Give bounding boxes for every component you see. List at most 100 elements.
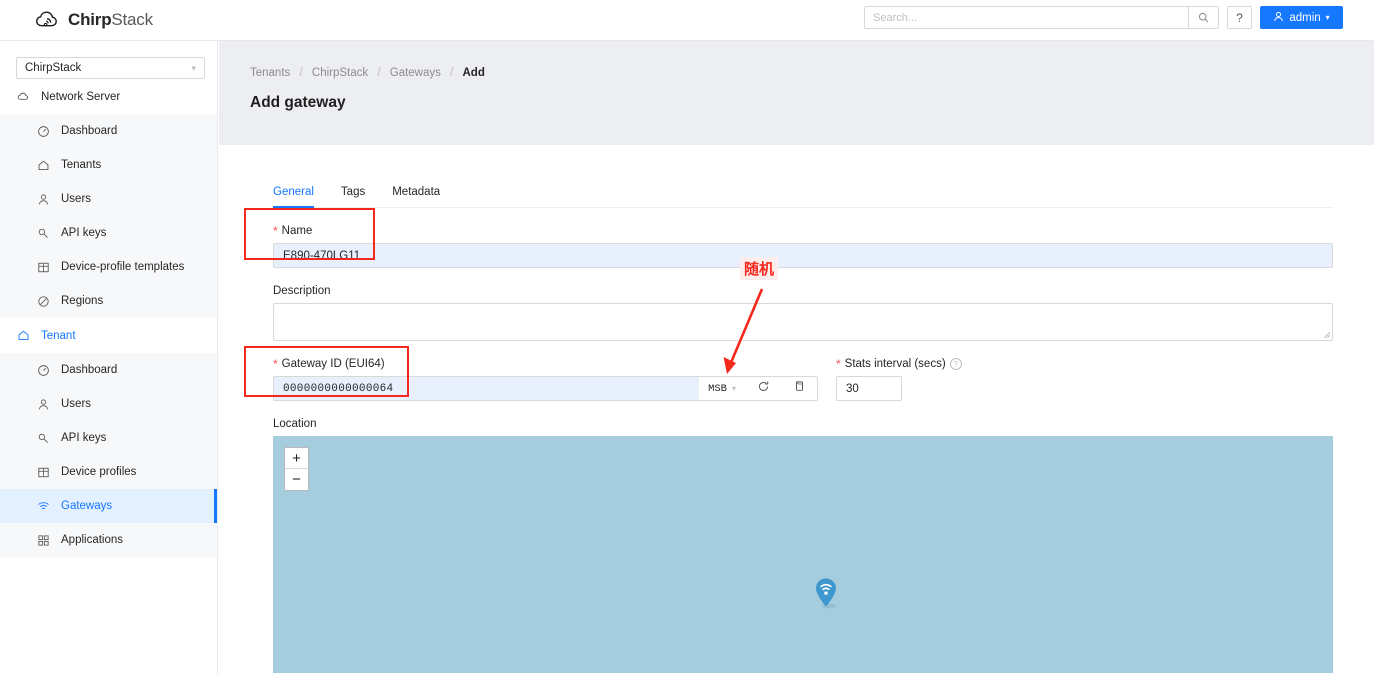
sidebar-item-gateways[interactable]: Gateways <box>0 489 217 523</box>
name-input[interactable]: E890-470LG11 <box>273 243 1333 268</box>
wifi-icon <box>36 499 50 513</box>
map-zoom-controls: + − <box>284 447 309 491</box>
breadcrumb-separator: / <box>299 67 302 79</box>
apps-icon <box>36 533 50 547</box>
gateway-id-input[interactable]: 0000000000000064 <box>274 377 698 400</box>
search-icon[interactable] <box>1188 7 1218 28</box>
sidebar-section-tenant[interactable]: Tenant <box>0 318 217 353</box>
sidebar-section-network-server[interactable]: Network Server <box>0 79 217 114</box>
search-input[interactable] <box>865 7 1188 28</box>
top-header: ChirpStack ? <box>0 0 1374 41</box>
sidebar-item-api-keys[interactable]: API keys <box>0 216 217 250</box>
form-card: General Tags Metadata * Name E890-470LG1… <box>248 164 1358 674</box>
admin-label: admin <box>1289 12 1320 24</box>
location-field-group: Location + − <box>273 418 1333 673</box>
key-icon <box>36 226 50 240</box>
sidebar-item-device-profile-templates[interactable]: Device-profile templates <box>0 250 217 284</box>
tenant-selector[interactable]: ChirpStack ▾ <box>16 57 205 79</box>
map-zoom-in-button[interactable]: + <box>285 448 308 469</box>
sidebar-item-regions[interactable]: Regions <box>0 284 217 318</box>
required-asterisk: * <box>836 358 841 370</box>
sidebar-item-applications[interactable]: Applications <box>0 523 217 557</box>
gateway-id-label: * Gateway ID (EUI64) <box>273 358 818 370</box>
sidebar-item-tenant-users[interactable]: Users <box>0 387 217 421</box>
sidebar-item-dashboard[interactable]: Dashboard <box>0 114 217 148</box>
name-label-text: Name <box>282 225 313 237</box>
refresh-icon <box>757 380 770 398</box>
required-asterisk: * <box>273 225 278 237</box>
gateway-id-field-group: * Gateway ID (EUI64) 0000000000000064 MS… <box>273 358 818 401</box>
sidebar-item-label: Users <box>61 193 91 205</box>
header-actions: ? admin ▾ <box>864 6 1343 29</box>
generate-random-gateway-id-button[interactable] <box>745 380 781 398</box>
sidebar-item-tenants[interactable]: Tenants <box>0 148 217 182</box>
sidebar-item-tenant-dashboard[interactable]: Dashboard <box>0 353 217 387</box>
sidebar-section-label: Tenant <box>41 330 76 342</box>
user-avatar-icon <box>1273 11 1284 25</box>
chevron-down-icon: ▾ <box>1326 13 1330 22</box>
breadcrumb-item-gateways[interactable]: Gateways <box>390 67 441 79</box>
home-icon <box>16 329 30 343</box>
chirpstack-logo: ChirpStack <box>35 9 153 31</box>
stats-interval-label: * Stats interval (secs) ? <box>836 358 1036 370</box>
byte-order-value: MSB <box>708 383 727 395</box>
question-circle-icon[interactable]: ? <box>950 358 962 370</box>
stats-interval-label-text: Stats interval (secs) <box>845 358 946 370</box>
admin-menu-button[interactable]: admin ▾ <box>1260 6 1343 29</box>
breadcrumb-item-tenants[interactable]: Tenants <box>250 67 290 79</box>
tab-metadata[interactable]: Metadata <box>392 186 440 207</box>
map-zoom-out-button[interactable]: − <box>285 469 308 490</box>
breadcrumb: Tenants / ChirpStack / Gateways / Add <box>250 67 1343 79</box>
breadcrumb-item-add: Add <box>463 67 485 79</box>
sidebar-item-users[interactable]: Users <box>0 182 217 216</box>
home-icon <box>36 158 50 172</box>
description-label: Description <box>273 285 1333 297</box>
name-field-group: * Name E890-470LG11 <box>273 225 1333 268</box>
gateway-id-row: * Gateway ID (EUI64) 0000000000000064 MS… <box>273 358 1333 401</box>
sidebar-group-tenant: Dashboard Users API keys Device profiles <box>0 353 217 557</box>
sidebar-group-network-server: Dashboard Tenants Users API keys <box>0 114 217 318</box>
sidebar-item-label: Dashboard <box>61 364 117 376</box>
tab-general[interactable]: General <box>273 186 314 207</box>
breadcrumb-separator: / <box>450 67 453 79</box>
description-field-group: Description <box>273 285 1333 341</box>
copy-gateway-id-button[interactable] <box>781 380 817 398</box>
sidebar-item-label: Dashboard <box>61 125 117 137</box>
key-icon <box>36 431 50 445</box>
help-button[interactable]: ? <box>1227 6 1252 29</box>
breadcrumb-item-chirpstack[interactable]: ChirpStack <box>312 67 368 79</box>
stats-interval-input[interactable]: 30 <box>836 376 902 401</box>
name-label: * Name <box>273 225 1333 237</box>
sidebar-item-tenant-api-keys[interactable]: API keys <box>0 421 217 455</box>
byte-order-select[interactable]: MSB ▾ <box>699 383 745 395</box>
sidebar-item-label: Tenants <box>61 159 101 171</box>
sidebar-item-label: Device-profile templates <box>61 261 184 273</box>
sidebar-item-label: Users <box>61 398 91 410</box>
globe-icon <box>36 294 50 308</box>
location-map[interactable]: + − <box>273 436 1333 673</box>
sidebar-item-label: API keys <box>61 227 106 239</box>
user-icon <box>36 397 50 411</box>
sidebar-item-label: Gateways <box>61 500 112 512</box>
cloud-icon <box>16 90 30 104</box>
sidebar-section-label: Network Server <box>41 91 120 103</box>
gateway-marker-icon[interactable] <box>814 577 839 615</box>
sidebar-item-label: Regions <box>61 295 103 307</box>
tenant-selector-value: ChirpStack <box>25 62 81 74</box>
required-asterisk: * <box>273 358 278 370</box>
table-icon <box>36 465 50 479</box>
cloud-logo-icon <box>35 9 61 31</box>
brand-name: ChirpStack <box>68 10 153 30</box>
tab-tags[interactable]: Tags <box>341 186 365 207</box>
sidebar-item-label: Applications <box>61 534 123 546</box>
page-title: Add gateway <box>250 94 1343 112</box>
search-box[interactable] <box>864 6 1219 29</box>
location-label-text: Location <box>273 418 316 430</box>
form-tabs: General Tags Metadata <box>273 186 1333 208</box>
chevron-down-icon: ▾ <box>191 63 196 74</box>
stats-interval-field-group: * Stats interval (secs) ? 30 <box>836 358 1036 401</box>
sidebar-item-device-profiles[interactable]: Device profiles <box>0 455 217 489</box>
description-textarea[interactable] <box>273 303 1333 341</box>
description-label-text: Description <box>273 285 331 297</box>
copy-icon <box>793 380 806 398</box>
